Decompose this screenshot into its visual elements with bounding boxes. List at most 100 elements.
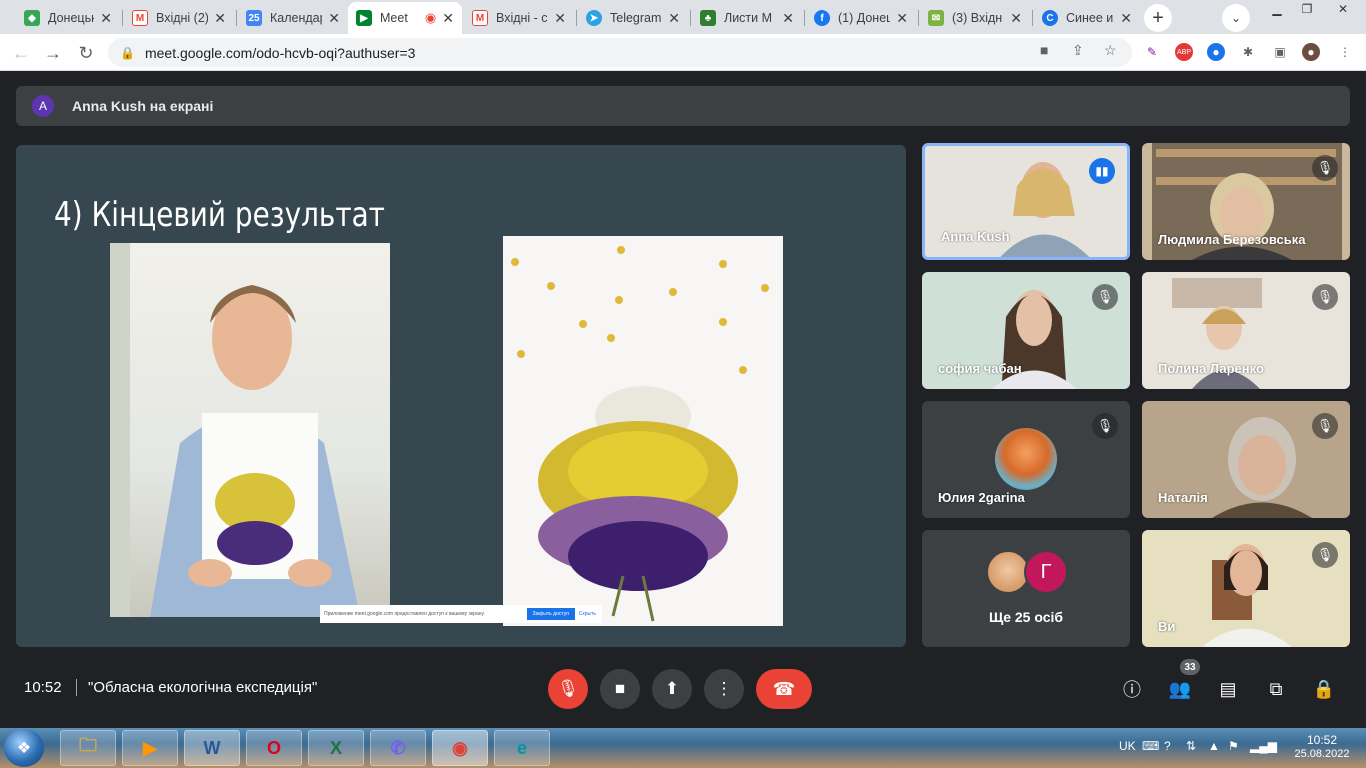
tab-divider	[1032, 10, 1033, 26]
participant-tile-others[interactable]: Г Ще 25 осіб	[922, 530, 1130, 647]
viber-icon: ✆	[390, 737, 406, 758]
address-bar[interactable]: 🔒 meet.google.com/odo-hcvb-oqi?authuser=…	[108, 38, 1132, 67]
chat-button[interactable]: ▤	[1215, 677, 1241, 701]
tab-meet[interactable]: ▶ Meet ◉ ✕	[348, 2, 462, 34]
leave-call-button[interactable]: ☎	[756, 669, 812, 709]
tab-divider	[576, 10, 577, 26]
tab-5[interactable]: M Вхідні - c ✕	[464, 2, 574, 34]
signal-icon[interactable]: ▂▄▆	[1250, 739, 1277, 753]
tab-7[interactable]: ♣ Листи М ✕	[692, 2, 802, 34]
pen-extension-icon[interactable]: ✎	[1143, 43, 1161, 61]
profile-avatar[interactable]: ●	[1302, 43, 1320, 61]
tab-10[interactable]: C Синее и ✕	[1034, 2, 1140, 34]
avatar: Г	[1024, 550, 1068, 594]
bookmark-star-icon[interactable]: ☆	[1104, 42, 1117, 59]
help-icon[interactable]: ?	[1164, 739, 1171, 753]
present-icon: ⬆	[664, 679, 680, 698]
side-panel-icon[interactable]: ▣	[1271, 43, 1289, 61]
hide-notice-button[interactable]: Скрыть	[579, 611, 596, 617]
close-icon[interactable]: ✕	[668, 10, 680, 27]
tab-2[interactable]: M Вхідні (2) ✕	[124, 2, 234, 34]
close-icon[interactable]: ✕	[1010, 10, 1022, 27]
chat-icon: ▤	[1219, 678, 1237, 699]
close-icon[interactable]: ✕	[554, 10, 566, 27]
presenter-banner: A Anna Kush на екрані	[16, 86, 1350, 126]
forward-icon[interactable]: →	[40, 40, 66, 66]
extension-icon[interactable]: ●	[1207, 43, 1225, 61]
taskbar-opera[interactable]: O	[246, 730, 302, 766]
tray-clock-time[interactable]: 10:52	[1292, 733, 1352, 748]
tab-label: Telegram	[610, 11, 662, 25]
meeting-controls-bar: 10:52 "Обласна екологічна експедиція" 🎙 …	[0, 659, 1366, 717]
host-controls-button[interactable]: 🔒	[1311, 677, 1337, 701]
close-icon[interactable]: ✕	[896, 10, 908, 27]
camera-toggle-button[interactable]: ■	[600, 669, 640, 709]
people-button[interactable]: 👥	[1167, 677, 1193, 701]
keyboard-icon[interactable]: ⌨	[1142, 739, 1159, 753]
meet-icon: ▶	[356, 10, 372, 26]
taskbar-chrome[interactable]: ◉	[432, 730, 488, 766]
close-icon[interactable]: ✕	[100, 10, 112, 27]
taskbar-viber[interactable]: ✆	[370, 730, 426, 766]
adblock-extension-icon[interactable]: ABP	[1175, 43, 1193, 61]
participant-tile-anna[interactable]: ▮▮ Anna Kush	[922, 143, 1130, 260]
share-icon[interactable]: ⇪	[1072, 42, 1084, 59]
shared-screen: 4) Кінцевий результат Приложение meet.go…	[16, 145, 906, 647]
tab-search-icon[interactable]: ⌄	[1222, 4, 1250, 32]
tab-label: Вхідні (2)	[156, 11, 209, 25]
tray-expand-icon[interactable]: ▲	[1208, 739, 1220, 753]
participant-tile-sofia[interactable]: 🎙 софия чабан	[922, 272, 1130, 389]
tab-1[interactable]: ◆ Донецьк ✕	[16, 2, 120, 34]
tab-8[interactable]: f (1) Донец ✕	[806, 2, 916, 34]
participant-name: Anna Kush	[941, 229, 1010, 244]
language-indicator[interactable]: UK	[1119, 739, 1136, 753]
puzzle-extensions-icon[interactable]: ✱	[1239, 43, 1257, 61]
more-menu-icon[interactable]: ⋮	[1336, 43, 1354, 61]
network-sync-icon[interactable]: ⇅	[1186, 739, 1196, 753]
more-options-button[interactable]: ⋮	[704, 669, 744, 709]
close-icon[interactable]: ✕	[442, 10, 454, 27]
window-close-icon[interactable]: ✕	[1322, 0, 1364, 18]
meeting-details-button[interactable]: ⓘ	[1119, 677, 1145, 701]
taskbar-media-player[interactable]: ▶	[122, 730, 178, 766]
taskbar-explorer[interactable]: 🗀	[60, 730, 116, 766]
info-icon: ⓘ	[1123, 680, 1141, 700]
maximize-icon[interactable]: ❐	[1292, 0, 1322, 18]
participant-name: Ще 25 осіб	[988, 609, 1064, 625]
participant-tile-yulia[interactable]: 🎙 Юлия 2garina	[922, 401, 1130, 518]
new-tab-button[interactable]: +	[1144, 4, 1172, 32]
stop-sharing-button[interactable]: Закрыть доступ	[526, 608, 575, 620]
close-icon[interactable]: ✕	[1120, 10, 1132, 27]
participant-tile-natalia[interactable]: 🎙 Наталія	[1142, 401, 1350, 518]
screen-share-notice: Приложение meet.google.com предоставлен …	[320, 605, 602, 623]
taskbar-eset[interactable]: e	[494, 730, 550, 766]
activities-button[interactable]: ⧉	[1263, 677, 1289, 701]
participant-tile-liudmyla[interactable]: 🎙 Людмила Березовська	[1142, 143, 1350, 260]
tab-9[interactable]: ✉ (3) Вхідн ✕	[920, 2, 1030, 34]
speaking-indicator-icon: ▮▮	[1089, 158, 1115, 184]
taskbar-excel[interactable]: X	[308, 730, 364, 766]
participant-tile-self[interactable]: 🎙 Ви	[1142, 530, 1350, 647]
reload-icon[interactable]: ↻	[73, 40, 99, 66]
flag-icon[interactable]: ⚑	[1228, 739, 1239, 753]
tray-clock-date[interactable]: 25.08.2022	[1290, 748, 1354, 760]
lock-icon: 🔒	[120, 45, 135, 60]
telegram-icon: ➤	[586, 10, 602, 26]
participant-name: Полина Ларенко	[1158, 361, 1264, 376]
camera-icon[interactable]: ■	[1040, 42, 1048, 58]
start-button[interactable]: ❖	[4, 729, 44, 767]
minimize-icon[interactable]: ▁	[1262, 0, 1292, 18]
close-icon[interactable]: ✕	[328, 10, 340, 27]
mic-toggle-button[interactable]: 🎙	[548, 669, 588, 709]
more-vert-icon: ⋮	[715, 679, 733, 698]
tab-6[interactable]: ➤ Telegram ✕	[578, 2, 688, 34]
present-screen-button[interactable]: ⬆	[652, 669, 692, 709]
close-icon[interactable]: ✕	[214, 10, 226, 27]
taskbar-word[interactable]: W	[184, 730, 240, 766]
close-icon[interactable]: ✕	[782, 10, 794, 27]
excel-icon: X	[329, 737, 342, 758]
tab-3[interactable]: 25 Календар ✕	[238, 2, 348, 34]
participant-tile-polina[interactable]: 🎙 Полина Ларенко	[1142, 272, 1350, 389]
back-icon[interactable]: ←	[8, 40, 34, 66]
avatar	[995, 428, 1057, 490]
